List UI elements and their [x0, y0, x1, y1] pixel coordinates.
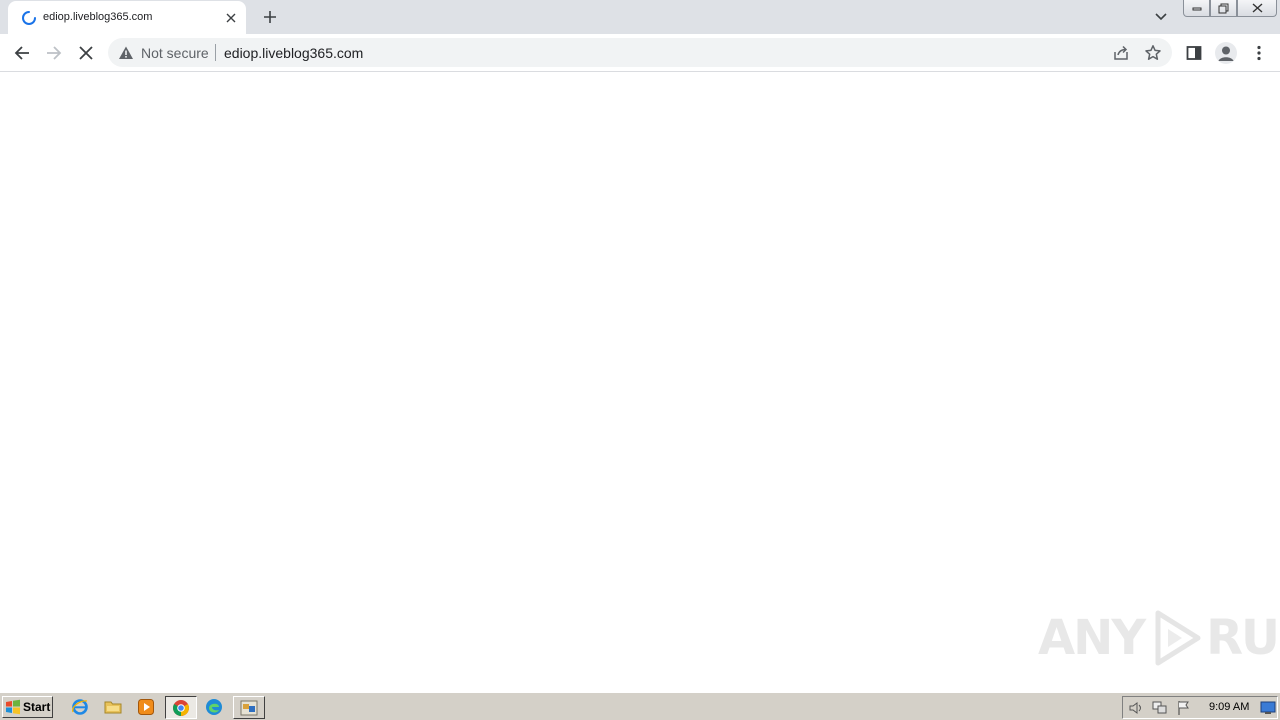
share-icon[interactable]: [1112, 44, 1130, 62]
start-button[interactable]: Start: [2, 696, 53, 718]
minimize-window-icon[interactable]: [1183, 0, 1210, 17]
tab-search-chevron-icon[interactable]: [1151, 7, 1171, 27]
chrome-icon: [173, 699, 189, 716]
tab-strip: ediop.liveblog365.com: [0, 0, 1280, 34]
tab-title: ediop.liveblog365.com: [43, 11, 153, 23]
app-task-icon: [240, 700, 258, 715]
clock[interactable]: 9:09 AM: [1209, 701, 1249, 713]
watermark-text-right: RUN: [1206, 610, 1280, 666]
close-window-icon[interactable]: [1237, 0, 1277, 17]
window-controls: [1183, 0, 1277, 18]
stop-loading-icon[interactable]: [74, 41, 98, 65]
url-text[interactable]: ediop.liveblog365.com: [224, 45, 363, 61]
star-icon[interactable]: [1144, 44, 1162, 62]
system-tray: 9:09 AM: [1122, 696, 1278, 719]
tab-close-icon[interactable]: [222, 9, 240, 27]
back-arrow-icon[interactable]: [10, 41, 34, 65]
internet-explorer-icon[interactable]: [71, 698, 89, 716]
side-panel-icon[interactable]: [1183, 42, 1205, 64]
profile-avatar-icon[interactable]: [1215, 42, 1237, 64]
app-task-button[interactable]: [233, 696, 265, 719]
edge-icon[interactable]: [205, 698, 223, 716]
speaker-icon[interactable]: [1128, 700, 1144, 716]
new-tab-plus-icon[interactable]: [259, 6, 281, 28]
show-desktop-icon[interactable]: [1260, 700, 1276, 716]
watermark-text-left: ANY: [1038, 610, 1146, 666]
restore-window-icon[interactable]: [1210, 0, 1237, 17]
security-label[interactable]: Not secure: [141, 45, 209, 61]
start-label: Start: [23, 700, 51, 714]
browser-tab[interactable]: ediop.liveblog365.com: [8, 1, 246, 34]
media-player-icon[interactable]: [137, 698, 155, 716]
play-logo-icon: [1155, 610, 1201, 666]
loading-spinner-icon: [22, 11, 36, 25]
windows-logo-icon: [6, 699, 20, 715]
browser-toolbar: Not secure ediop.liveblog365.com: [0, 34, 1280, 72]
forward-arrow-icon[interactable]: [42, 41, 66, 65]
address-bar[interactable]: Not secure ediop.liveblog365.com: [108, 38, 1172, 67]
anyrun-watermark: ANY RUN: [1038, 608, 1280, 668]
folder-icon[interactable]: [104, 698, 122, 716]
address-separator: [215, 44, 216, 61]
taskbar: Start 9:09 AM: [0, 692, 1280, 720]
network-icon[interactable]: [1152, 700, 1168, 716]
more-menu-icon[interactable]: [1248, 42, 1270, 64]
action-center-flag-icon[interactable]: [1176, 700, 1192, 716]
warning-triangle-icon[interactable]: [118, 45, 134, 61]
chrome-task-button[interactable]: [165, 696, 197, 719]
